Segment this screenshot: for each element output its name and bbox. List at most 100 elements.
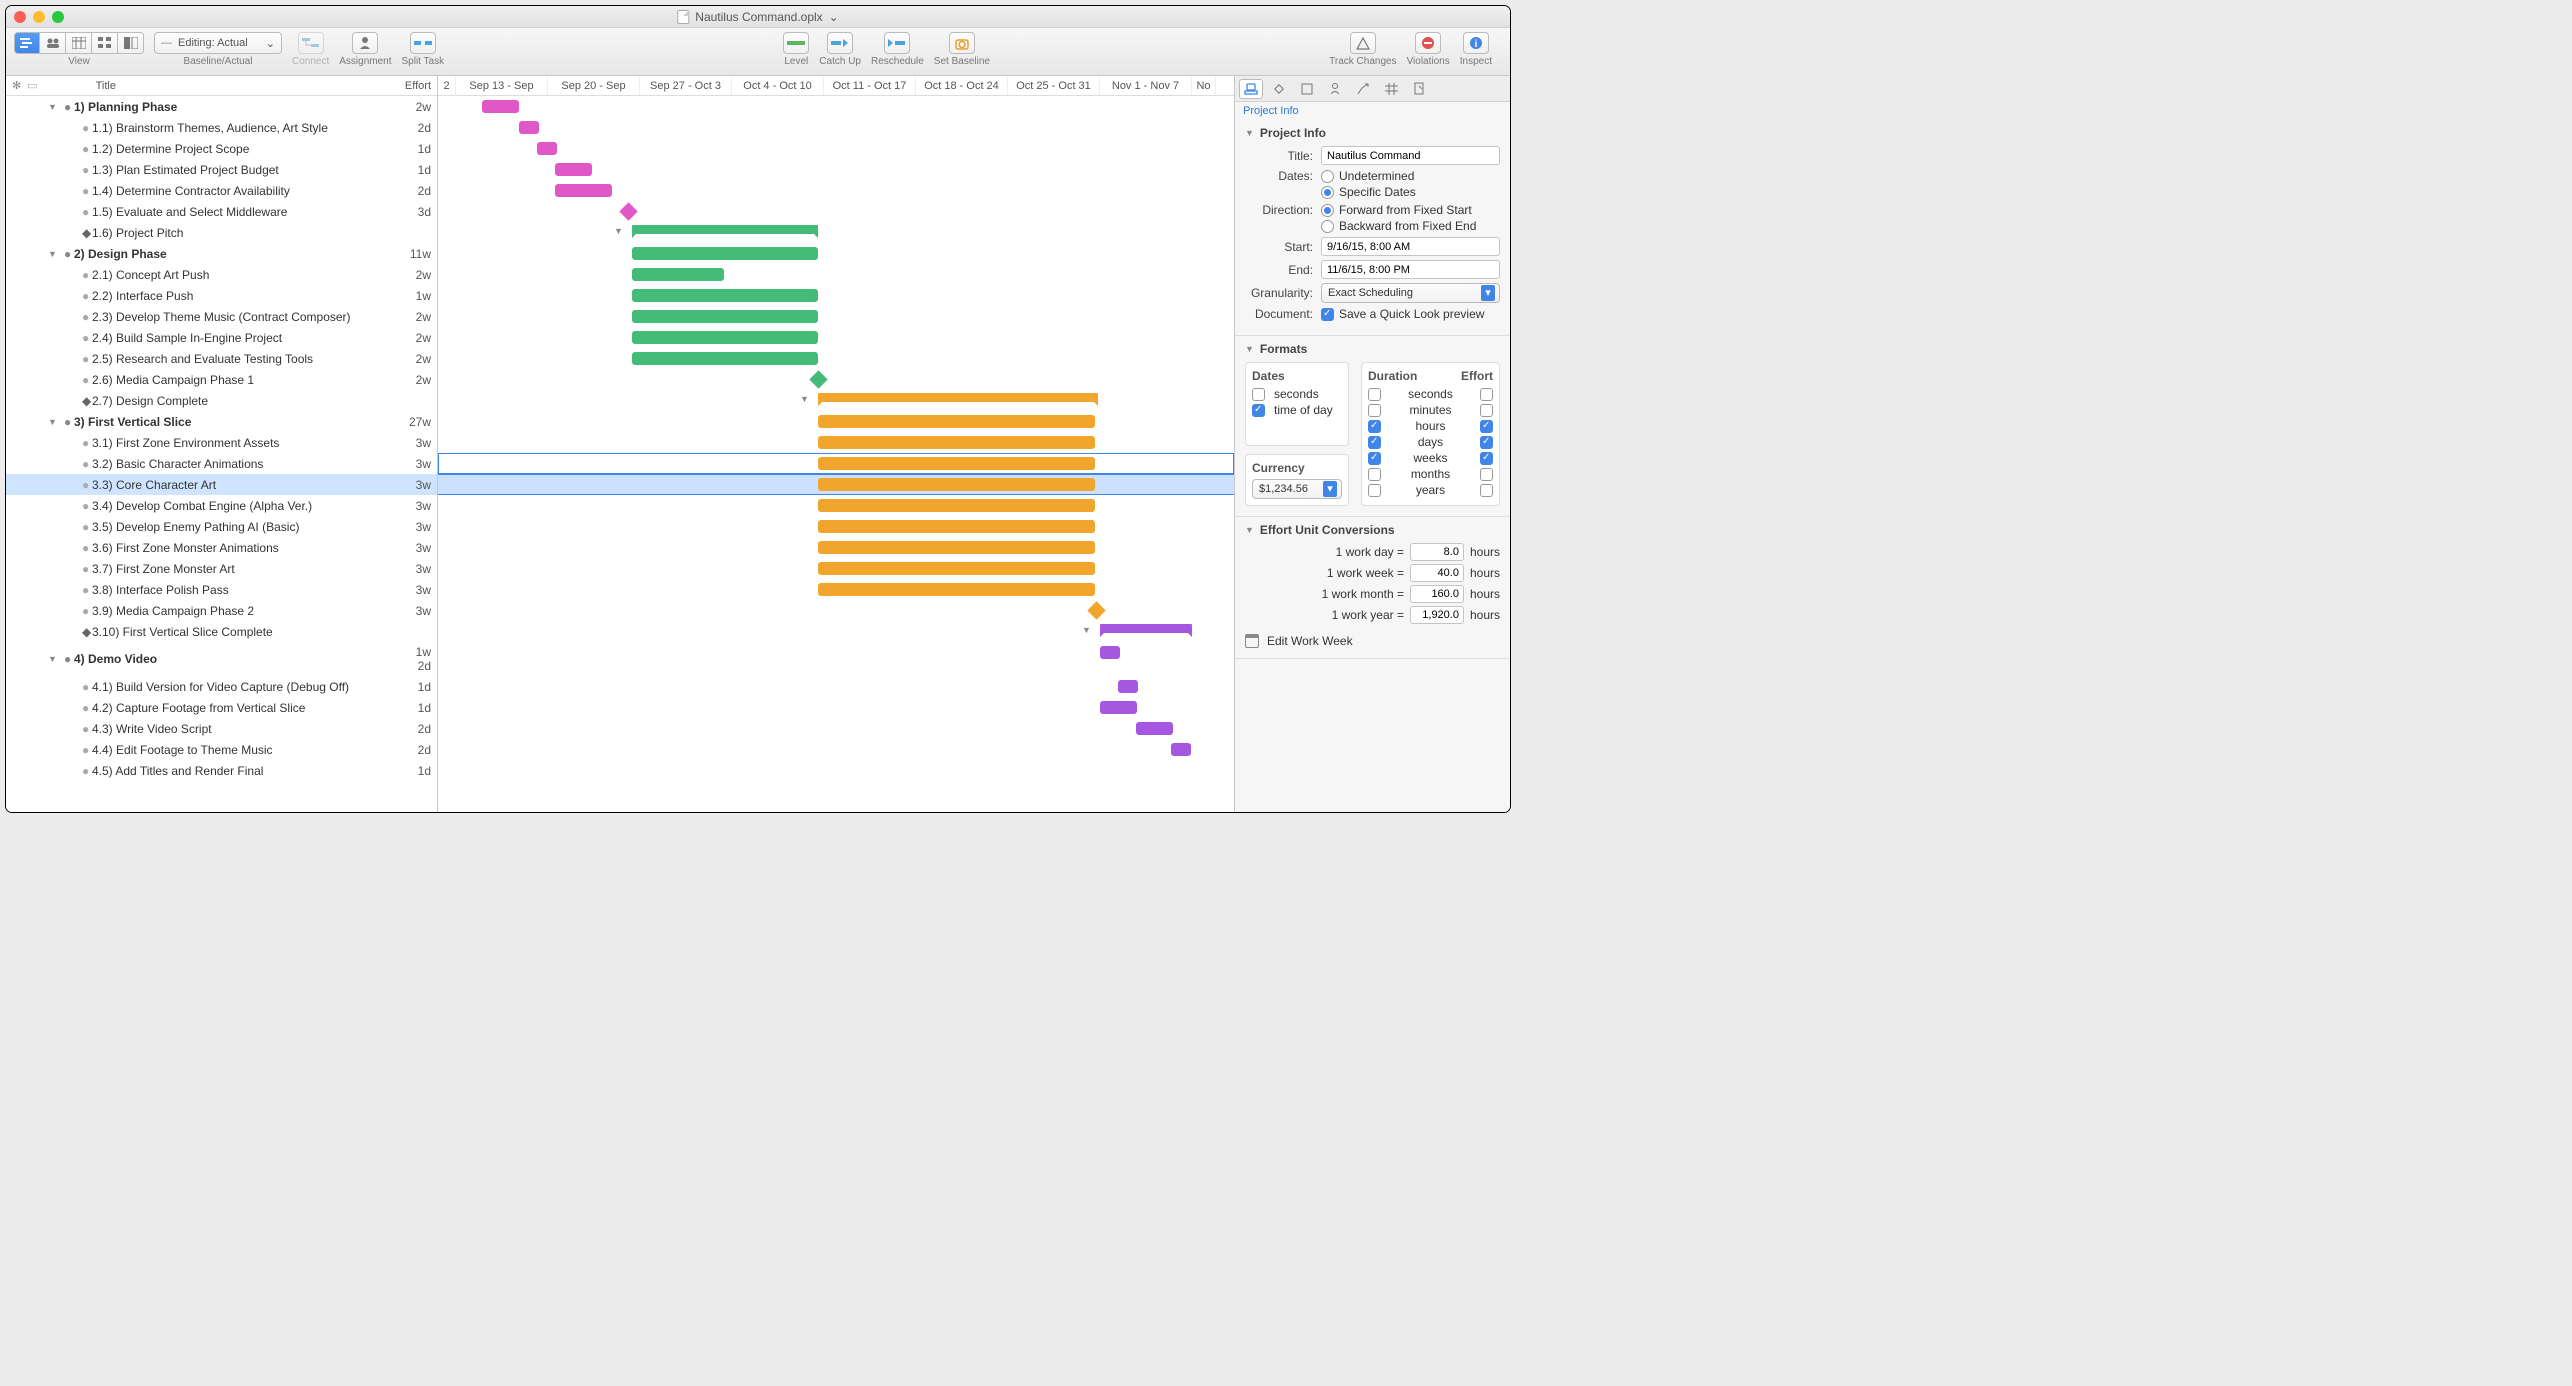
- summary-bar[interactable]: [632, 225, 818, 234]
- task-row[interactable]: ▼●3) First Vertical Slice27w: [6, 411, 437, 432]
- gantt-chart-area[interactable]: 🔍▼ ▼▼▼: [438, 96, 1234, 812]
- gantt-row[interactable]: [438, 739, 1234, 760]
- gantt-row[interactable]: [438, 676, 1234, 697]
- task-row[interactable]: ●3.8) Interface Polish Pass3w: [6, 579, 437, 600]
- task-row[interactable]: ●2.6) Media Campaign Phase 12w: [6, 369, 437, 390]
- task-row[interactable]: ◆3.10) First Vertical Slice Complete: [6, 621, 437, 642]
- direction-backward-radio[interactable]: [1321, 220, 1334, 233]
- level-button[interactable]: [783, 32, 809, 54]
- title-column-header[interactable]: Title: [96, 80, 393, 92]
- task-row[interactable]: ▼●2) Design Phase11w: [6, 243, 437, 264]
- task-bar[interactable]: [632, 352, 818, 365]
- disclosure-triangle-icon[interactable]: ▼: [48, 417, 62, 427]
- disclosure-triangle-icon[interactable]: ▼: [48, 102, 62, 112]
- task-bar[interactable]: [1100, 701, 1137, 714]
- disclosure-triangle-icon[interactable]: ▼: [48, 654, 62, 664]
- gantt-disclosure-icon[interactable]: ▼: [1082, 625, 1091, 635]
- task-bar[interactable]: [1100, 646, 1120, 659]
- view-style-button[interactable]: [118, 32, 144, 54]
- task-bar[interactable]: [632, 268, 724, 281]
- conversions-header[interactable]: ▼Effort Unit Conversions: [1245, 523, 1500, 537]
- timeline-week-header[interactable]: Sep 27 - Oct 3: [640, 76, 732, 95]
- gantt-row[interactable]: [438, 432, 1234, 453]
- gantt-row[interactable]: [438, 537, 1234, 558]
- dates-timeofday-checkbox[interactable]: [1252, 404, 1265, 417]
- gantt-row[interactable]: [438, 474, 1234, 495]
- gantt-row[interactable]: [438, 201, 1234, 222]
- task-bar[interactable]: [818, 415, 1095, 428]
- catch-up-button[interactable]: [827, 32, 853, 54]
- gantt-row[interactable]: ▼: [438, 390, 1234, 411]
- gantt-row[interactable]: [438, 718, 1234, 739]
- window-title[interactable]: Nautilus Command.oplx ⌄: [677, 10, 838, 24]
- gantt-row[interactable]: [438, 558, 1234, 579]
- task-row[interactable]: ●3.1) First Zone Environment Assets3w: [6, 432, 437, 453]
- task-bar[interactable]: [537, 142, 557, 155]
- task-row[interactable]: ◆1.6) Project Pitch: [6, 222, 437, 243]
- effort-days-checkbox[interactable]: [1480, 436, 1493, 449]
- duration-days-checkbox[interactable]: [1368, 436, 1381, 449]
- gantt-row[interactable]: [438, 600, 1234, 621]
- task-bar[interactable]: [632, 310, 818, 323]
- summary-bar[interactable]: [818, 393, 1098, 402]
- start-date-input[interactable]: [1321, 237, 1500, 256]
- task-bar[interactable]: [1136, 722, 1173, 735]
- duration-hours-checkbox[interactable]: [1368, 420, 1381, 433]
- view-resource-button[interactable]: [40, 32, 66, 54]
- effort-column-header[interactable]: Effort: [393, 80, 431, 92]
- task-bar[interactable]: [1118, 680, 1138, 693]
- project-info-header[interactable]: ▼Project Info: [1245, 126, 1500, 140]
- duration-seconds-checkbox[interactable]: [1368, 388, 1381, 401]
- duration-minutes-checkbox[interactable]: [1368, 404, 1381, 417]
- task-bar[interactable]: [482, 100, 519, 113]
- task-row[interactable]: ◆2.7) Design Complete: [6, 390, 437, 411]
- task-row[interactable]: ●3.6) First Zone Monster Animations3w: [6, 537, 437, 558]
- duration-weeks-checkbox[interactable]: [1368, 452, 1381, 465]
- quicklook-checkbox[interactable]: [1321, 308, 1334, 321]
- task-bar[interactable]: [818, 562, 1095, 575]
- task-row[interactable]: ●2.1) Concept Art Push2w: [6, 264, 437, 285]
- task-row[interactable]: ●1.4) Determine Contractor Availability2…: [6, 180, 437, 201]
- timeline-week-header[interactable]: Oct 18 - Oct 24: [916, 76, 1008, 95]
- task-bar[interactable]: [632, 289, 818, 302]
- timeline-week-header[interactable]: Nov 1 - Nov 7: [1100, 76, 1192, 95]
- effort-months-checkbox[interactable]: [1480, 468, 1493, 481]
- timeline-week-header[interactable]: 2: [438, 76, 456, 95]
- effort-seconds-checkbox[interactable]: [1480, 388, 1493, 401]
- gantt-row[interactable]: [438, 243, 1234, 264]
- zoom-window-button[interactable]: [52, 11, 64, 23]
- direction-forward-radio[interactable]: [1321, 204, 1334, 217]
- gantt-row[interactable]: [438, 159, 1234, 180]
- task-row[interactable]: ▼●4) Demo Video1w2d: [6, 642, 437, 676]
- formats-header[interactable]: ▼Formats: [1245, 342, 1500, 356]
- effort-minutes-checkbox[interactable]: [1480, 404, 1493, 417]
- conversion-input[interactable]: [1410, 585, 1464, 603]
- inspector-tab-custom[interactable]: [1379, 79, 1403, 99]
- dates-specific-radio[interactable]: [1321, 186, 1334, 199]
- milestone-diamond[interactable]: [1087, 601, 1105, 619]
- task-row[interactable]: ●4.5) Add Titles and Render Final1d: [6, 760, 437, 781]
- project-title-input[interactable]: [1321, 146, 1500, 165]
- end-date-input[interactable]: [1321, 260, 1500, 279]
- inspect-button[interactable]: i: [1463, 32, 1489, 54]
- task-row[interactable]: ●2.4) Build Sample In-Engine Project2w: [6, 327, 437, 348]
- disclosure-triangle-icon[interactable]: ▼: [48, 249, 62, 259]
- timeline-week-header[interactable]: No: [1192, 76, 1216, 95]
- reschedule-button[interactable]: [884, 32, 910, 54]
- inspector-tab-task[interactable]: [1323, 79, 1347, 99]
- gantt-row[interactable]: ▼: [438, 621, 1234, 642]
- gantt-row[interactable]: ▼: [438, 222, 1234, 243]
- task-row[interactable]: ●2.2) Interface Push1w: [6, 285, 437, 306]
- assignment-button[interactable]: [352, 32, 378, 54]
- conversion-input[interactable]: [1410, 606, 1464, 624]
- gear-menu-icon[interactable]: ✻: [12, 79, 21, 92]
- task-bar[interactable]: [818, 499, 1095, 512]
- task-bar[interactable]: [818, 520, 1095, 533]
- dates-seconds-checkbox[interactable]: [1252, 388, 1265, 401]
- task-bar[interactable]: [818, 436, 1095, 449]
- gantt-row[interactable]: [438, 264, 1234, 285]
- task-row[interactable]: ●3.2) Basic Character Animations3w: [6, 453, 437, 474]
- minimize-window-button[interactable]: [33, 11, 45, 23]
- gantt-row[interactable]: [438, 579, 1234, 600]
- task-row[interactable]: ●2.3) Develop Theme Music (Contract Comp…: [6, 306, 437, 327]
